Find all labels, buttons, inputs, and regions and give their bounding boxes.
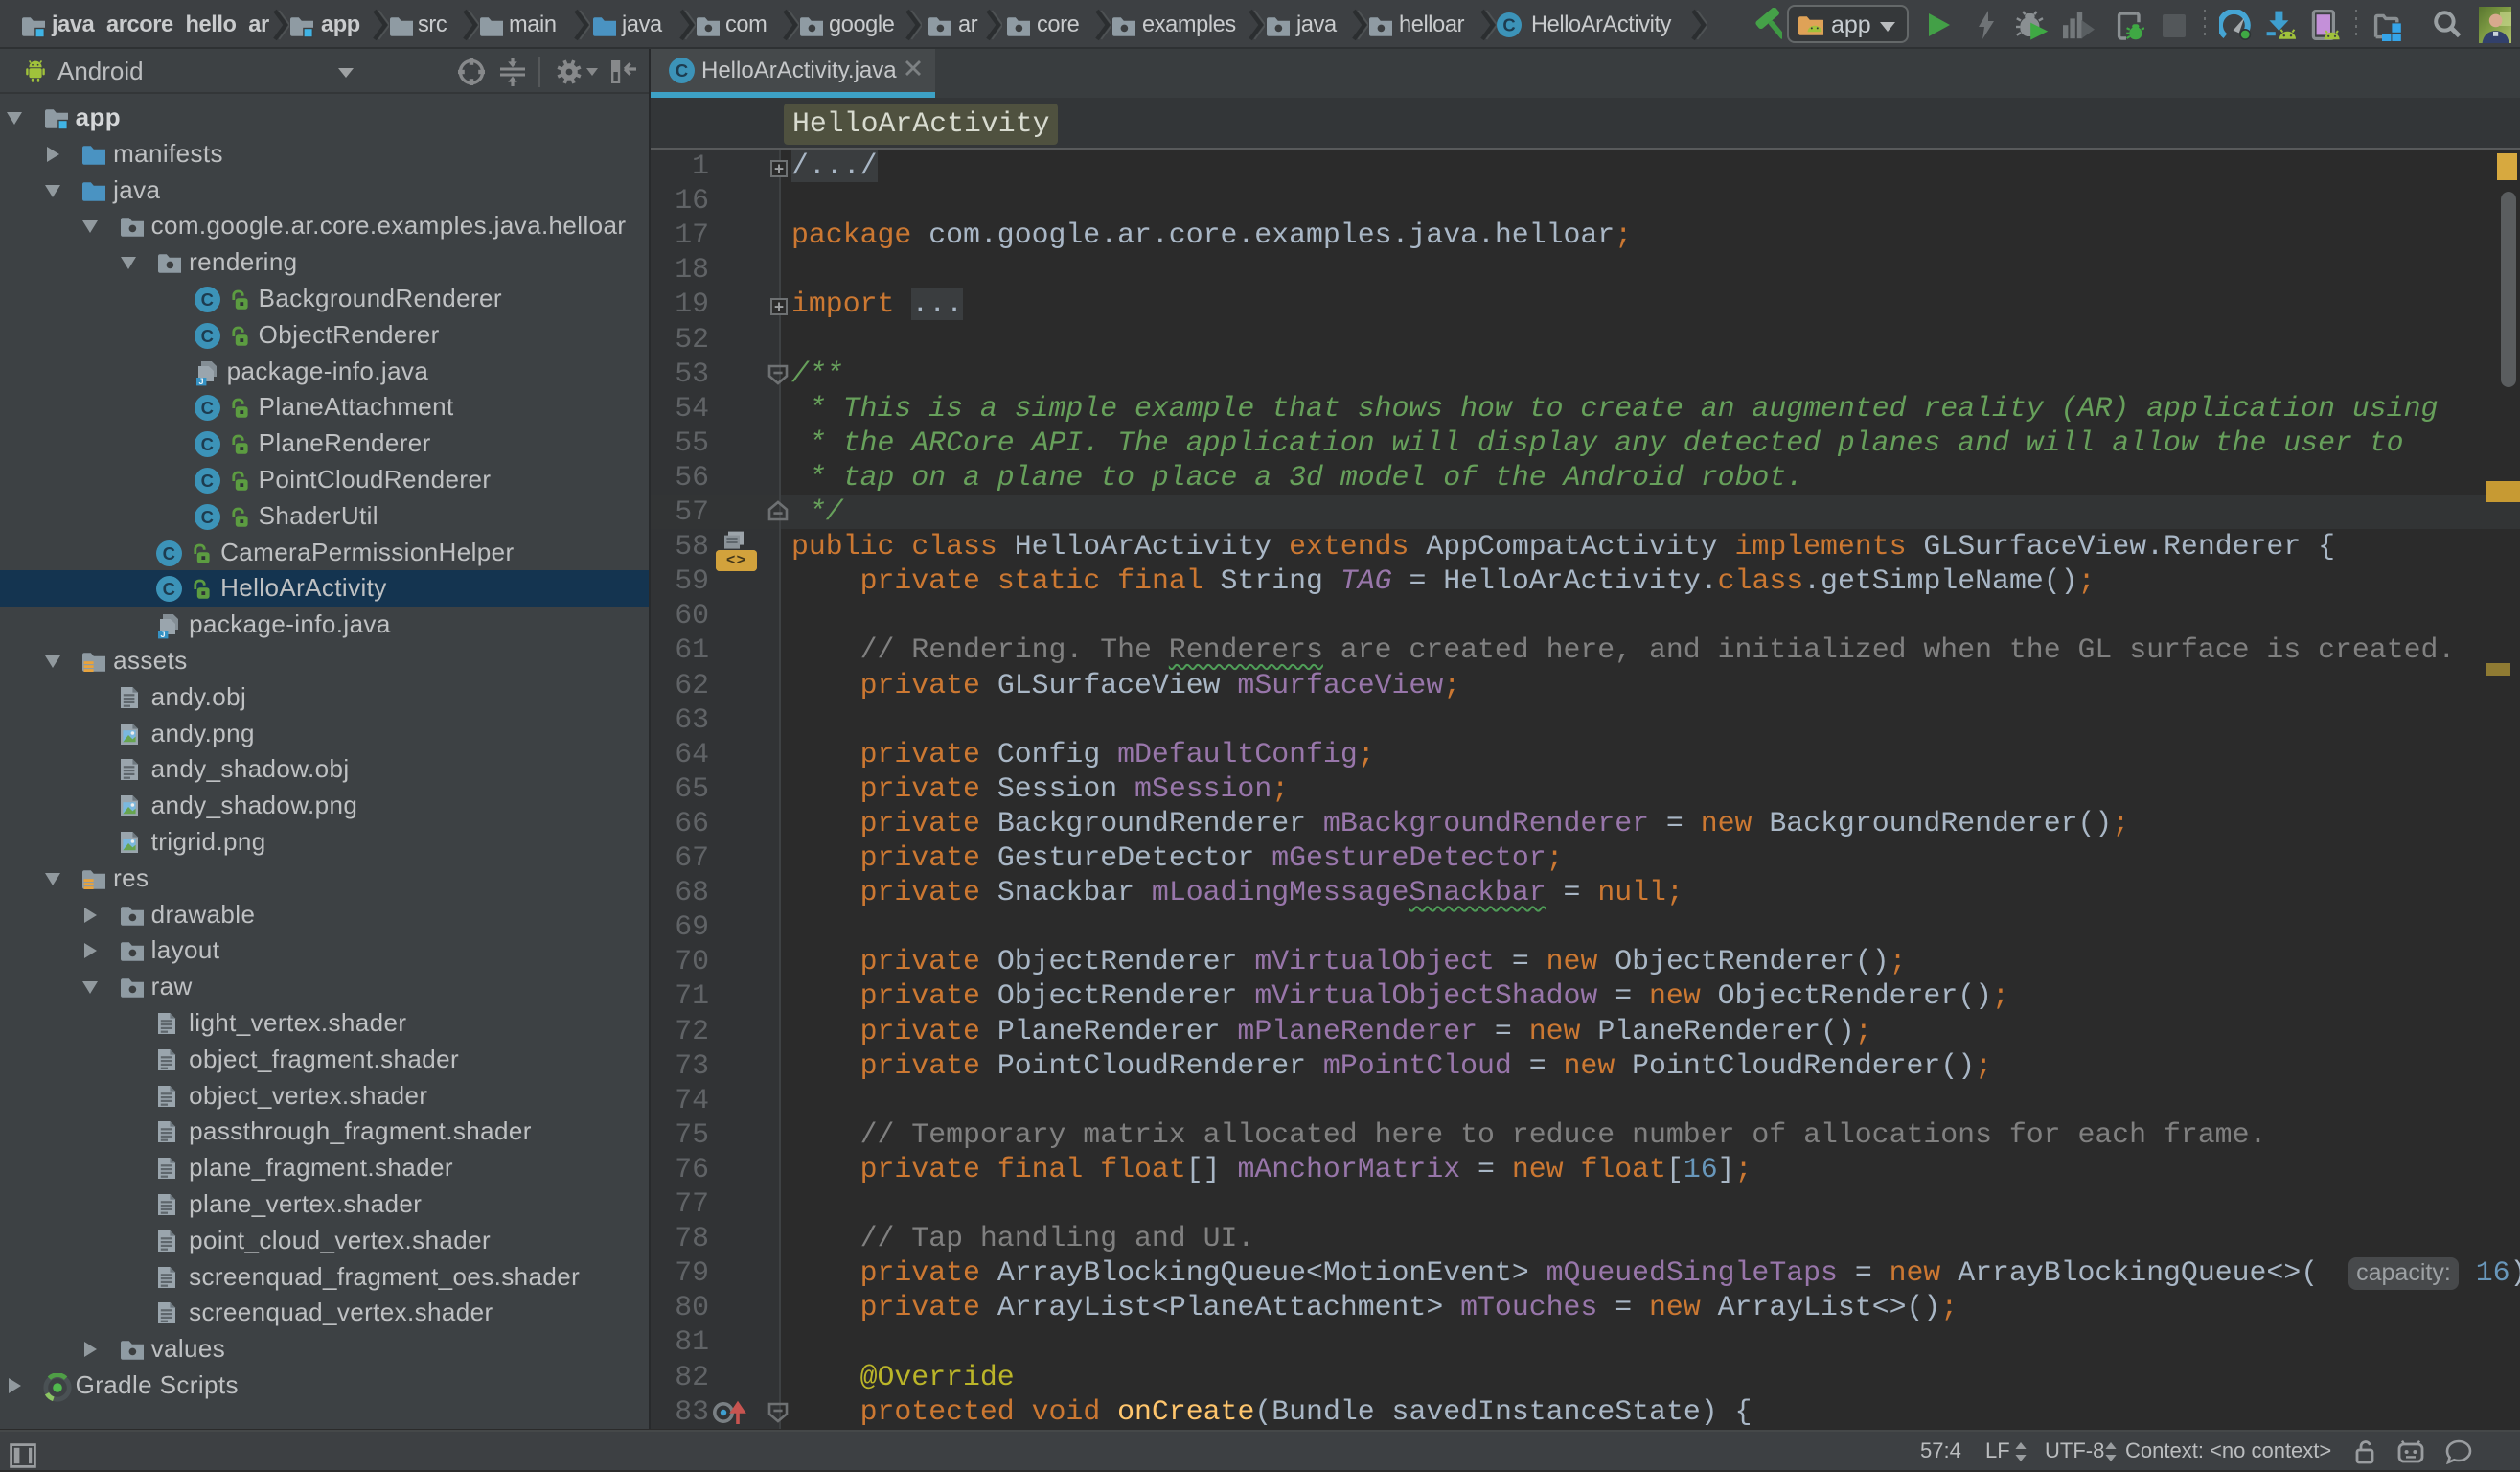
svg-text:C: C: [200, 507, 214, 527]
svg-text:C: C: [200, 434, 214, 454]
svg-text:C: C: [200, 471, 214, 491]
svg-text:J: J: [198, 377, 204, 386]
svg-text:J: J: [161, 630, 167, 639]
svg-text:C: C: [163, 579, 176, 599]
svg-text:C: C: [163, 542, 176, 563]
svg-text:C: C: [1502, 14, 1515, 34]
svg-text:C: C: [200, 289, 214, 310]
svg-text:C: C: [200, 398, 214, 418]
svg-text:C: C: [200, 326, 214, 346]
